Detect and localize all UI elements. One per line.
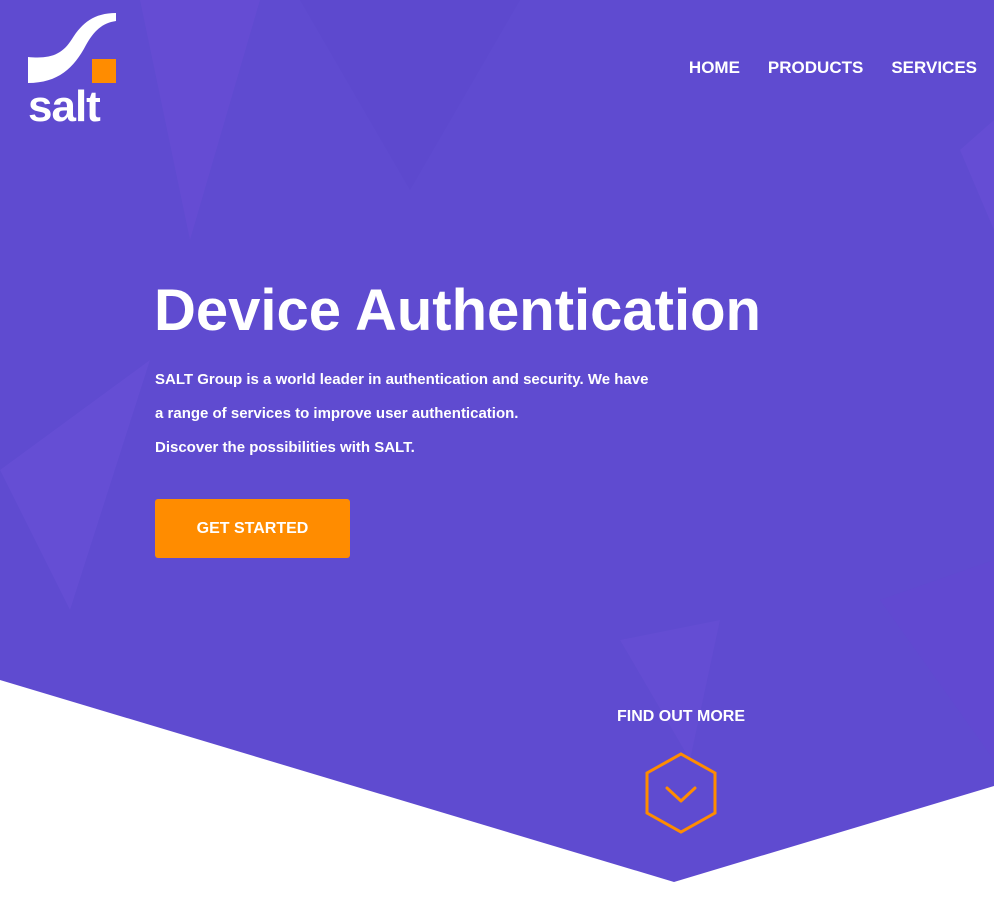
hero-description-line: Discover the possibilities with SALT. [155,439,415,456]
get-started-button[interactable]: GET STARTED [155,499,350,558]
hero-description-line: a range of services to improve user auth… [155,405,519,422]
main-nav: HOME PRODUCTS SERVICES [689,58,977,78]
find-out-more-link[interactable]: FIND OUT MORE [581,707,781,727]
hero-title: Device Authentication [154,278,761,343]
nav-item-services[interactable]: SERVICES [891,58,977,78]
chevron-down-icon[interactable] [644,752,718,834]
nav-item-products[interactable]: PRODUCTS [768,58,863,78]
nav-item-home[interactable]: HOME [689,58,740,78]
logo-mark-icon [28,13,116,83]
logo[interactable]: salt [28,13,118,131]
page: salt HOME PRODUCTS SERVICES Device Authe… [0,0,994,913]
logo-text: salt [28,82,101,131]
hero-description-line: SALT Group is a world leader in authenti… [155,371,649,388]
hero-description: SALT Group is a world leader in authenti… [155,363,648,465]
